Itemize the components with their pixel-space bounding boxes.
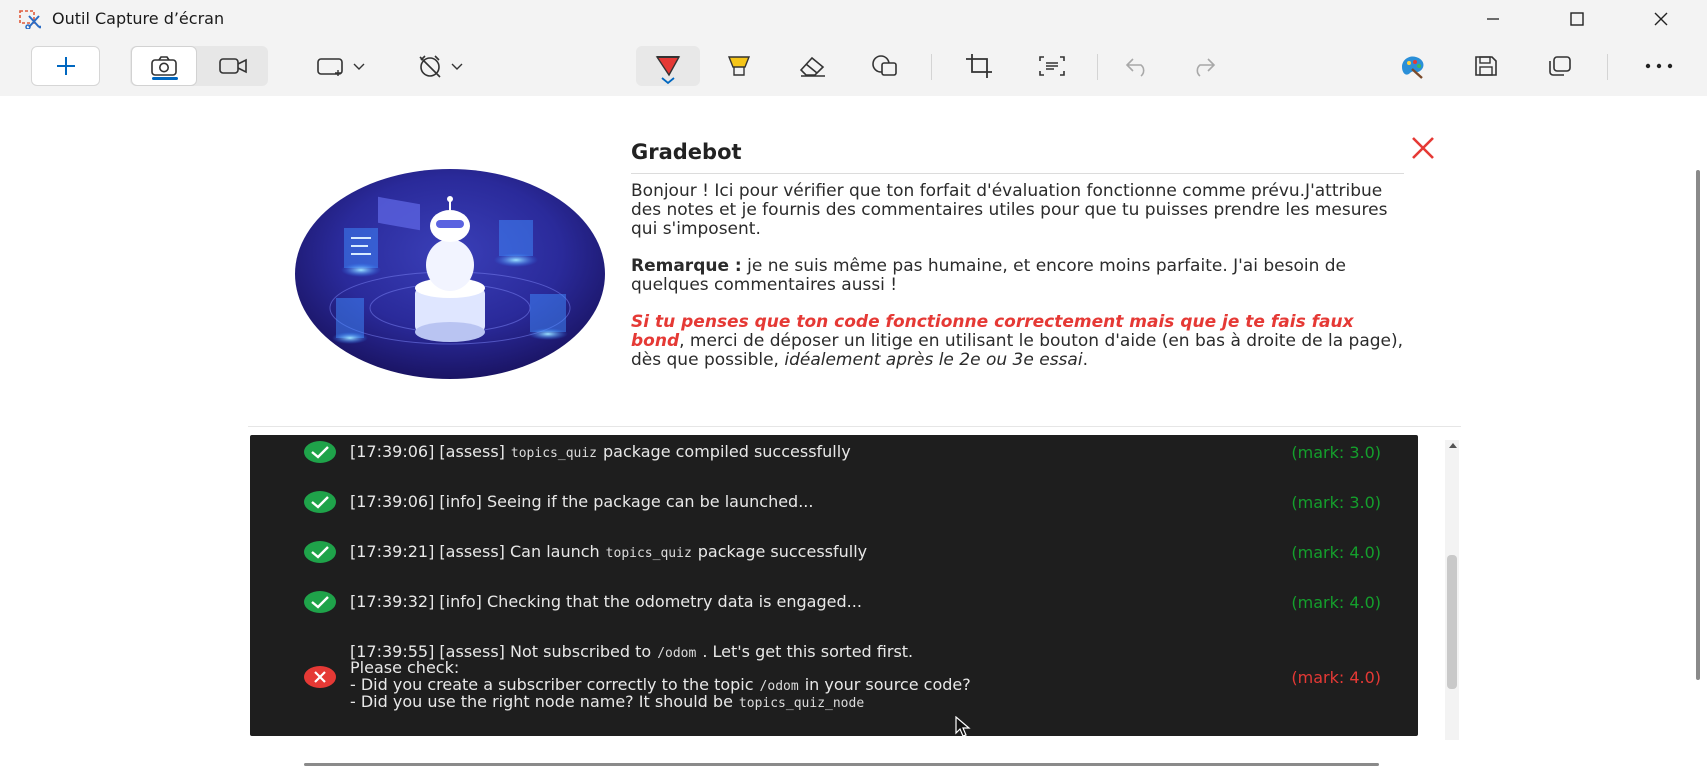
redo-icon <box>1196 58 1216 77</box>
minimize-icon <box>1487 18 1499 20</box>
crop-button[interactable] <box>948 46 1012 86</box>
log-mark: (mark: 4.0) <box>1291 593 1381 612</box>
remark-label: Remarque : <box>631 256 742 276</box>
video-icon <box>219 58 247 74</box>
gradebot-title: Gradebot <box>631 140 742 164</box>
crop-icon <box>966 54 992 78</box>
more-icon <box>1645 63 1673 69</box>
chevron-down-icon <box>661 77 675 85</box>
log-message: [17:39:21] [assess] Can launch topics_qui… <box>350 542 868 561</box>
photo-mode-button[interactable] <box>131 46 197 86</box>
toolbar <box>0 38 1707 97</box>
snip-shape-dropdown[interactable] <box>308 46 374 86</box>
edit-in-paint-button[interactable] <box>1383 46 1443 86</box>
timer-dropdown[interactable] <box>408 46 472 86</box>
canvas-vertical-scrollbar[interactable] <box>1696 170 1700 680</box>
copy-icon <box>1549 56 1571 76</box>
more-options-button[interactable] <box>1628 46 1690 86</box>
log-mark: (mark: 4.0) <box>1291 543 1381 562</box>
canvas-horizontal-scrollbar[interactable] <box>304 763 1379 766</box>
robot-illustration <box>295 169 605 379</box>
maximize-button[interactable] <box>1535 0 1619 38</box>
eraser-icon <box>799 56 825 77</box>
log-message: [17:39:06] [info] Seeing if the package … <box>350 492 814 511</box>
undo-button[interactable] <box>1108 46 1168 86</box>
close-window-button[interactable] <box>1619 0 1703 38</box>
text-actions-icon <box>1039 56 1065 76</box>
new-capture-button[interactable] <box>31 46 100 86</box>
close-icon[interactable] <box>1409 134 1437 162</box>
dispute-paragraph: Si tu penses que ton code fonctionne cor… <box>631 313 1411 370</box>
snipping-tool-icon <box>19 10 41 29</box>
dispute-end: . <box>1082 350 1088 370</box>
redo-button[interactable] <box>1173 46 1233 86</box>
log-message: [17:39:06] [assess] topics_quiz package co… <box>350 442 851 461</box>
save-icon <box>1475 56 1497 76</box>
camera-icon <box>151 56 177 76</box>
title-divider <box>631 173 1404 174</box>
eraser-button[interactable] <box>780 46 844 86</box>
toolbar-divider <box>1097 54 1098 80</box>
chevron-down-icon <box>353 63 365 70</box>
close-icon <box>1654 12 1668 26</box>
plus-icon <box>56 57 75 75</box>
undo-icon <box>1125 58 1145 77</box>
log-mark: (mark: 3.0) <box>1291 493 1381 512</box>
check-circle-icon <box>304 441 336 463</box>
title-bar: Outil Capture d’écran <box>0 0 1707 38</box>
edit-in-paint-icon <box>1402 56 1424 79</box>
shapes-button[interactable] <box>853 46 917 86</box>
copy-button[interactable] <box>1529 46 1589 86</box>
check-circle-icon <box>304 541 336 563</box>
highlighter-icon <box>727 56 751 76</box>
selected-mode-indicator <box>152 77 178 80</box>
grading-log: [17:39:06] [assess] topics_quiz package co… <box>250 435 1418 736</box>
video-mode-button[interactable] <box>200 46 266 86</box>
save-button[interactable] <box>1456 46 1516 86</box>
error-circle-icon <box>304 666 336 688</box>
minimize-button[interactable] <box>1451 0 1535 38</box>
log-message: Please check: <box>350 658 460 677</box>
toolbar-divider <box>931 54 932 80</box>
scroll-up-icon[interactable] <box>1448 441 1458 449</box>
log-mark: (mark: 4.0) <box>1291 668 1381 687</box>
log-scrollbar-thumb[interactable] <box>1447 555 1457 689</box>
log-message: [17:39:32] [info] Checking that the odom… <box>350 592 862 611</box>
maximize-icon <box>1570 12 1584 26</box>
remark-paragraph: Remarque : je ne suis même pas humaine, … <box>631 257 1411 295</box>
check-circle-icon <box>304 591 336 613</box>
check-circle-icon <box>304 491 336 513</box>
dispute-ideal: idéalement après le 2e ou 3e essai <box>784 350 1083 370</box>
no-timer-icon <box>419 55 441 78</box>
intro-paragraph: Bonjour ! Ici pour vérifier que ton forf… <box>631 181 1388 239</box>
window-title: Outil Capture d’écran <box>52 9 225 28</box>
toolbar-divider <box>1607 54 1608 80</box>
mouse-cursor-icon <box>955 716 971 737</box>
highlighter-button[interactable] <box>707 46 771 86</box>
shapes-icon <box>872 55 897 76</box>
log-mark: (mark: 3.0) <box>1291 443 1381 462</box>
log-message: - Did you use the right node name? It sh… <box>350 692 865 711</box>
text-actions-button[interactable] <box>1020 46 1084 86</box>
rectangle-snip-icon <box>317 58 343 76</box>
chevron-down-icon <box>451 63 463 70</box>
